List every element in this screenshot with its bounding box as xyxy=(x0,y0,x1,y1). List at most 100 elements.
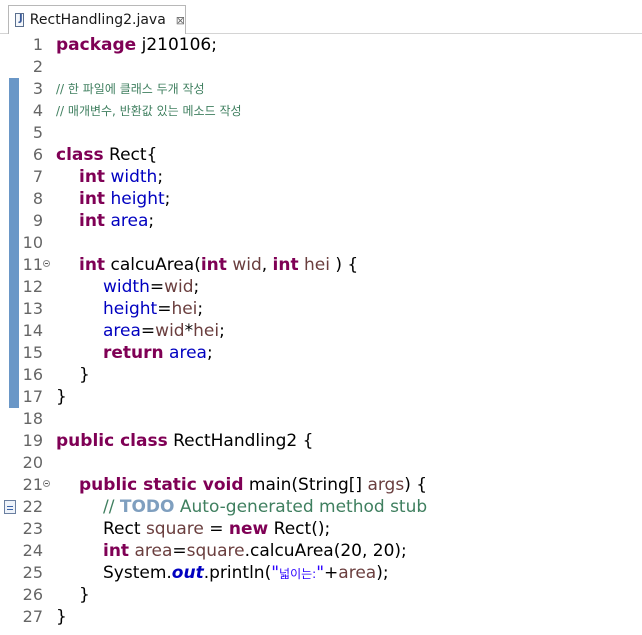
line-number: 7 xyxy=(32,167,43,186)
tab-title: RectHandling2.java xyxy=(29,12,166,28)
code-line-20: 20 xyxy=(0,452,642,474)
code-text: } xyxy=(56,387,67,407)
code-text: // 한 파일에 클래스 두개 작성 xyxy=(56,82,205,96)
change-ruler-marker xyxy=(9,100,19,122)
change-ruler-marker xyxy=(9,276,19,298)
code-text: // 매개변수, 반환값 있는 메소드 작성 xyxy=(56,104,242,118)
code-text: return area; xyxy=(103,343,213,363)
code-line-10: 10 xyxy=(0,232,642,254)
change-ruler-marker xyxy=(9,188,19,210)
code-line-18: 18 xyxy=(0,408,642,430)
line-number: 23 xyxy=(22,519,43,538)
code-line-7: 7 int width; xyxy=(0,166,642,188)
change-ruler-marker xyxy=(9,342,19,364)
line-number: 3 xyxy=(32,79,43,98)
editor-tab-bar: RectHandling2.java ⊠ xyxy=(0,0,642,34)
change-ruler-marker xyxy=(9,232,19,254)
line-number: 1 xyxy=(32,35,43,54)
line-number: 9 xyxy=(32,211,43,230)
code-text: int width; xyxy=(79,167,164,187)
change-ruler-marker xyxy=(9,364,19,386)
code-line-1: 1 package j210106; xyxy=(0,34,642,56)
code-line-3: 3 // 한 파일에 클래스 두개 작성 xyxy=(0,78,642,100)
code-line-14: 14 area=wid*hei; xyxy=(0,320,642,342)
task-marker-icon[interactable] xyxy=(4,500,16,514)
line-number: 10 xyxy=(22,233,43,252)
line-number: 15 xyxy=(22,343,43,362)
code-text: } xyxy=(79,365,90,385)
line-number: 25 xyxy=(22,563,43,582)
line-number: 8 xyxy=(32,189,43,208)
code-editor[interactable]: 1 package j210106; 2 3 // 한 파일에 클래스 두개 작… xyxy=(0,34,642,635)
change-ruler-marker xyxy=(9,78,19,100)
line-number: 20 xyxy=(22,453,43,472)
line-number: 5 xyxy=(32,123,43,142)
line-number: 24 xyxy=(22,541,43,560)
line-number: 22 xyxy=(22,497,43,516)
change-ruler-marker xyxy=(9,254,19,276)
code-text: height=hei; xyxy=(103,299,204,319)
code-line-22: 22 // TODO Auto-generated method stub xyxy=(0,496,642,518)
line-number: 26 xyxy=(22,585,43,604)
collapse-fold-icon[interactable] xyxy=(43,480,50,487)
collapse-fold-icon[interactable] xyxy=(43,260,50,267)
code-text: package j210106; xyxy=(56,35,217,55)
change-ruler-marker xyxy=(9,122,19,144)
code-text: System.out.println("넓이는:"+area); xyxy=(103,563,389,583)
java-file-icon xyxy=(15,13,24,27)
code-line-12: 12 width=wid; xyxy=(0,276,642,298)
code-line-25: 25 System.out.println("넓이는:"+area); xyxy=(0,562,642,584)
code-line-23: 23 Rect square = new Rect(); xyxy=(0,518,642,540)
code-text: int area; xyxy=(79,211,155,231)
code-text: int calcuArea(int wid, int hei ) { xyxy=(79,255,359,275)
code-line-6: 6 class Rect{ xyxy=(0,144,642,166)
change-ruler-marker xyxy=(9,320,19,342)
line-number: 16 xyxy=(22,365,43,384)
line-number: 27 xyxy=(22,607,43,626)
line-number: 19 xyxy=(22,431,43,450)
code-line-13: 13 height=hei; xyxy=(0,298,642,320)
code-text: } xyxy=(56,607,67,627)
code-line-11: 11 int calcuArea(int wid, int hei ) { xyxy=(0,254,642,276)
code-line-4: 4 // 매개변수, 반환값 있는 메소드 작성 xyxy=(0,100,642,122)
line-number: 17 xyxy=(22,387,43,406)
code-text: // TODO Auto-generated method stub xyxy=(103,497,428,517)
code-line-26: 26 } xyxy=(0,584,642,606)
close-tab-icon[interactable]: ⊠ xyxy=(176,14,185,27)
code-line-24: 24 int area=square.calcuArea(20, 20); xyxy=(0,540,642,562)
change-ruler-marker xyxy=(9,144,19,166)
line-number: 14 xyxy=(22,321,43,340)
code-line-17: 17 } xyxy=(0,386,642,408)
code-line-5: 5 xyxy=(0,122,642,144)
line-number: 13 xyxy=(22,299,43,318)
code-text: area=wid*hei; xyxy=(103,321,225,341)
line-number: 21 xyxy=(22,475,43,494)
code-line-8: 8 int height; xyxy=(0,188,642,210)
code-line-2: 2 xyxy=(0,56,642,78)
line-number: 12 xyxy=(22,277,43,296)
code-text: } xyxy=(79,585,90,605)
code-line-27: 27 } xyxy=(0,606,642,628)
code-text: class Rect{ xyxy=(56,145,158,165)
change-ruler-marker xyxy=(9,166,19,188)
line-number: 6 xyxy=(32,145,43,164)
code-text: int area=square.calcuArea(20, 20); xyxy=(103,541,407,561)
code-line-16: 16 } xyxy=(0,364,642,386)
change-ruler-marker xyxy=(9,298,19,320)
editor-tab[interactable]: RectHandling2.java ⊠ xyxy=(8,5,186,34)
line-number: 18 xyxy=(22,409,43,428)
code-text: public static void main(String[] args) { xyxy=(79,475,428,495)
code-line-21: 21 public static void main(String[] args… xyxy=(0,474,642,496)
line-number: 11 xyxy=(22,255,43,274)
code-text: width=wid; xyxy=(103,277,200,297)
change-ruler-marker xyxy=(9,210,19,232)
change-ruler-marker xyxy=(9,386,19,408)
code-text: Rect square = new Rect(); xyxy=(103,519,331,539)
code-text: public class RectHandling2 { xyxy=(56,431,314,451)
code-line-19: 19 public class RectHandling2 { xyxy=(0,430,642,452)
code-line-15: 15 return area; xyxy=(0,342,642,364)
line-number: 4 xyxy=(32,101,43,120)
code-text: int height; xyxy=(79,189,171,209)
code-line-9: 9 int area; xyxy=(0,210,642,232)
line-number: 2 xyxy=(32,57,43,76)
